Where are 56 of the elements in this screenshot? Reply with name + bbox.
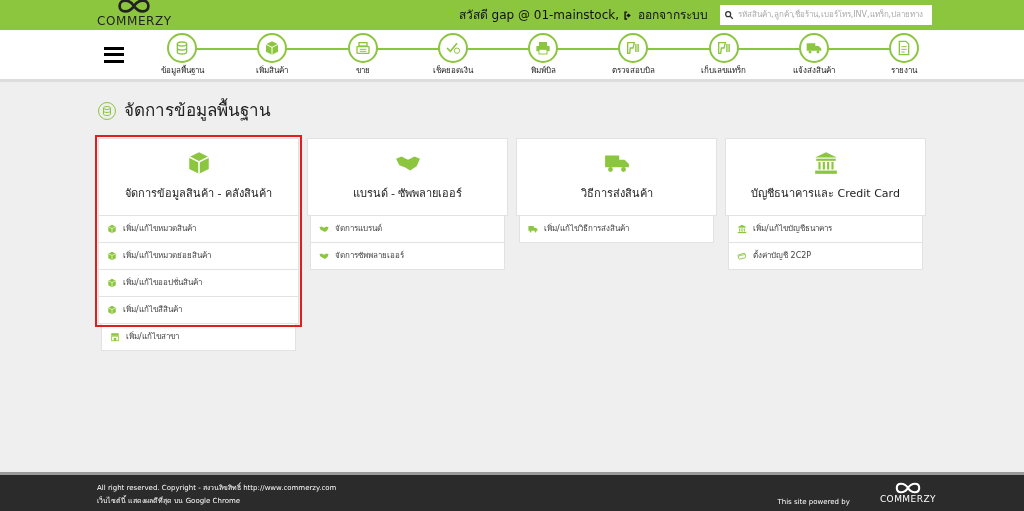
nav-step-label: เพิ่มสินค้า: [256, 64, 289, 77]
nav-step-label: รายงาน: [891, 64, 917, 77]
menu-item[interactable]: จัดการแบรนด์: [310, 215, 505, 243]
box-icon: [107, 223, 117, 234]
logo-text: COMMERZY: [97, 15, 172, 27]
database-icon: [174, 39, 190, 56]
credit-card-icon: [737, 250, 747, 261]
logout-link[interactable]: ออกจากระบบ: [623, 6, 708, 24]
menu-icon[interactable]: [104, 46, 124, 63]
menu-item[interactable]: เพิ่ม/แก้ไขบัญชีธนาคาร: [728, 215, 923, 243]
greeting-text: สวัสดี gap @ 01-mainstock,: [458, 7, 619, 24]
sign-out-icon: [623, 9, 634, 21]
box-icon: [107, 250, 117, 261]
nav-step-button[interactable]: [167, 32, 197, 63]
nav-step-label: เก็บเลขแทร็ก: [701, 64, 746, 77]
card-title: แบรนด์ - ซัพพลายเออร์: [352, 186, 463, 203]
scanner-icon: [625, 39, 642, 56]
cash-register-icon: [354, 39, 371, 56]
printer-icon: [535, 39, 551, 56]
search-icon: [724, 10, 734, 20]
page-title: จัดการข้อมูลพื้นฐาน: [124, 98, 271, 123]
nav-step-button[interactable]: [889, 32, 919, 63]
menu-item[interactable]: จัดการซัพพลายเออร์: [310, 242, 505, 270]
nav-step-button[interactable]: [437, 32, 468, 63]
store-icon: [110, 331, 120, 342]
nav-step-button[interactable]: [347, 32, 378, 63]
scanner-icon: [715, 39, 732, 56]
truck-icon: [528, 223, 538, 234]
menu-item[interactable]: เพิ่ม/แก้ไขออปชั่นสินค้า: [98, 269, 299, 297]
nav-step-button[interactable]: [257, 32, 288, 63]
menu-item[interactable]: เพิ่ม/แก้ไขหมวดสินค้า: [98, 215, 299, 243]
box-icon: [264, 39, 281, 56]
card-title: วิธีการส่งสินค้า: [580, 186, 653, 203]
nav-step-label: ข้อมูลพื้นฐาน: [160, 64, 204, 77]
logo-text: COMMERZY: [879, 495, 936, 504]
card-title: บัญชีธนาคารและ Credit Card: [751, 186, 900, 203]
search-field[interactable]: รหัสสินค้า,ลูกค้า,ชื่อร้าน,เบอร์โทร,INV,แทร็ก,ปลายทาง: [720, 5, 932, 25]
box-icon: [107, 304, 117, 315]
nav-step-button[interactable]: [708, 32, 739, 63]
bank-icon: [737, 223, 747, 234]
menu-item[interactable]: ตั้งค่าบัญชี 2C2P: [728, 242, 923, 270]
bank-icon: [812, 150, 839, 177]
nav-step-button[interactable]: [528, 32, 558, 63]
nav-step-button[interactable]: [798, 32, 829, 63]
document-icon: [896, 39, 912, 56]
nav-step-label: พิมพ์บิล: [530, 64, 556, 77]
card-title: จัดการข้อมูลสินค้า - คลังสินค้า: [125, 186, 272, 203]
nav-step-label: แจ้งส่งสินค้า: [792, 64, 835, 77]
nav-step-label: ตรวจสอบบิล: [611, 64, 655, 77]
nav-step-button[interactable]: [618, 32, 649, 63]
menu-item[interactable]: เพิ่ม/แก้ไขหมวดย่อยสินค้า: [98, 242, 299, 270]
box-icon: [107, 277, 117, 288]
nav-step-label: เช็คยอดเงิน: [432, 64, 473, 77]
nav-step-label: ขาย: [355, 64, 370, 77]
menu-item[interactable]: เพิ่ม/แก้ไขวิธีการส่งสินค้า: [519, 215, 714, 243]
menu-item[interactable]: เพิ่ม/แก้ไขสีสินค้า: [98, 296, 299, 324]
